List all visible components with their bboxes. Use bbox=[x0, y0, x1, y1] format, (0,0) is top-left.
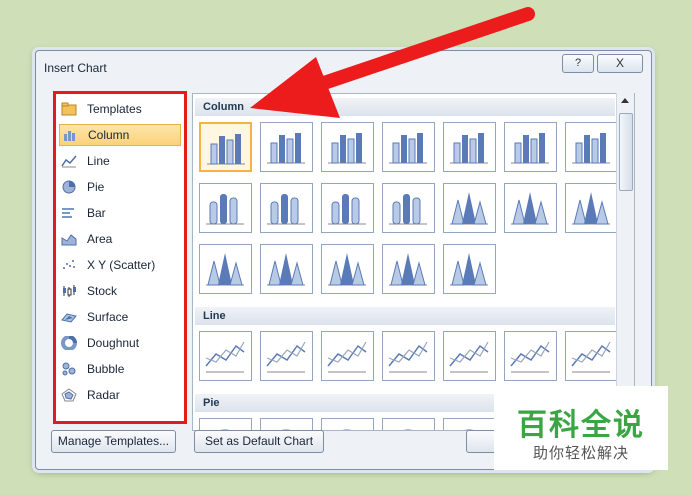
column-chart-option[interactable] bbox=[565, 122, 618, 172]
surface-chart-icon bbox=[61, 310, 77, 324]
gallery-scrollbar[interactable] bbox=[616, 93, 634, 429]
pie-chart-icon bbox=[61, 180, 77, 194]
column-chart-option[interactable] bbox=[199, 183, 252, 233]
sidebar-item-label: Pie bbox=[87, 180, 105, 194]
manage-templates-button[interactable]: Manage Templates... bbox=[51, 430, 176, 453]
section-header-column: Column bbox=[195, 98, 615, 116]
scatter-chart-icon bbox=[61, 258, 77, 272]
sidebar-item-stock[interactable]: Stock bbox=[59, 280, 179, 302]
column-chart-option[interactable] bbox=[382, 244, 435, 294]
sidebar-item-label: Bubble bbox=[87, 362, 125, 376]
column-chart-option[interactable] bbox=[321, 122, 374, 172]
dialog-title: Insert Chart bbox=[44, 61, 107, 75]
sidebar-item-label: Area bbox=[87, 232, 113, 246]
sidebar-item-label: Column bbox=[88, 128, 130, 142]
sidebar-item-column[interactable]: Column bbox=[59, 124, 181, 146]
watermark-subtitle: 助你轻松解决 bbox=[532, 445, 629, 462]
area-chart-icon bbox=[61, 232, 77, 246]
radar-chart-icon bbox=[61, 388, 77, 402]
column-chart-option[interactable] bbox=[443, 244, 496, 294]
line-chart-option[interactable] bbox=[260, 331, 313, 381]
folder-icon bbox=[61, 102, 77, 116]
sidebar-item-bubble[interactable]: Bubble bbox=[59, 358, 179, 380]
sidebar-item-bar[interactable]: Bar bbox=[59, 202, 179, 224]
column-chart-option[interactable] bbox=[321, 183, 374, 233]
stock-chart-icon bbox=[61, 284, 77, 298]
close-button[interactable]: X bbox=[597, 54, 643, 73]
column-chart-option[interactable] bbox=[504, 183, 557, 233]
sidebar-item-label: Stock bbox=[87, 284, 118, 298]
sidebar-item-area[interactable]: Area bbox=[59, 228, 179, 250]
sidebar-item-label: X Y (Scatter) bbox=[87, 258, 156, 272]
watermark: 百科全说 助你轻松解决 bbox=[494, 386, 668, 470]
column-chart-option[interactable] bbox=[260, 183, 313, 233]
sidebar-item-label: Doughnut bbox=[87, 336, 140, 350]
set-default-chart-button[interactable]: Set as Default Chart bbox=[194, 430, 324, 453]
column-chart-option[interactable] bbox=[260, 122, 313, 172]
column-chart-option[interactable] bbox=[565, 183, 618, 233]
sidebar-item-doughnut[interactable]: Doughnut bbox=[59, 332, 179, 354]
sidebar-item-templates[interactable]: Templates bbox=[59, 98, 179, 120]
column-chart-icon bbox=[62, 128, 78, 142]
bubble-chart-icon bbox=[61, 362, 77, 376]
column-chart-option[interactable] bbox=[321, 244, 374, 294]
doughnut-chart-icon bbox=[61, 335, 77, 351]
column-chart-option[interactable] bbox=[443, 122, 496, 172]
sidebar-item-label: Radar bbox=[87, 388, 120, 402]
scroll-up-icon[interactable] bbox=[621, 98, 629, 103]
column-chart-option[interactable] bbox=[504, 122, 557, 172]
sidebar-item-label: Bar bbox=[87, 206, 106, 220]
column-chart-option[interactable] bbox=[199, 244, 252, 294]
column-chart-option[interactable] bbox=[382, 183, 435, 233]
section-header-line: Line bbox=[195, 307, 615, 325]
sidebar-item-label: Surface bbox=[87, 310, 129, 324]
line-chart-option[interactable] bbox=[321, 331, 374, 381]
pie-chart-option[interactable] bbox=[382, 418, 435, 430]
column-chart-option[interactable] bbox=[443, 183, 496, 233]
sidebar-item-label: Line bbox=[87, 154, 110, 168]
sidebar-item-label: Templates bbox=[87, 102, 142, 116]
watermark-title: 百科全说 bbox=[517, 409, 645, 442]
chart-gallery: Column Line Pie bbox=[192, 93, 635, 431]
scrollbar-thumb[interactable] bbox=[619, 113, 633, 191]
line-chart-option[interactable] bbox=[565, 331, 618, 381]
sidebar-item-pie[interactable]: Pie bbox=[59, 176, 179, 198]
column-chart-option[interactable] bbox=[382, 122, 435, 172]
sidebar-item-x-y-scatter[interactable]: X Y (Scatter) bbox=[59, 254, 179, 276]
bar-chart-icon bbox=[61, 206, 77, 220]
line-chart-option[interactable] bbox=[199, 331, 252, 381]
column-chart-option[interactable] bbox=[199, 122, 252, 172]
column-chart-option[interactable] bbox=[260, 244, 313, 294]
pie-chart-option[interactable] bbox=[321, 418, 374, 430]
sidebar-item-radar[interactable]: Radar bbox=[59, 384, 179, 406]
sidebar-item-surface[interactable]: Surface bbox=[59, 306, 179, 328]
chart-type-list: Templates Column Line Pie Bar Area X Y (Scatte… bbox=[53, 91, 187, 424]
sidebar-item-line[interactable]: Line bbox=[59, 150, 179, 172]
line-chart-option[interactable] bbox=[382, 331, 435, 381]
line-chart-icon bbox=[61, 154, 77, 168]
line-chart-option[interactable] bbox=[504, 331, 557, 381]
line-chart-option[interactable] bbox=[443, 331, 496, 381]
help-button[interactable]: ? bbox=[562, 54, 594, 73]
